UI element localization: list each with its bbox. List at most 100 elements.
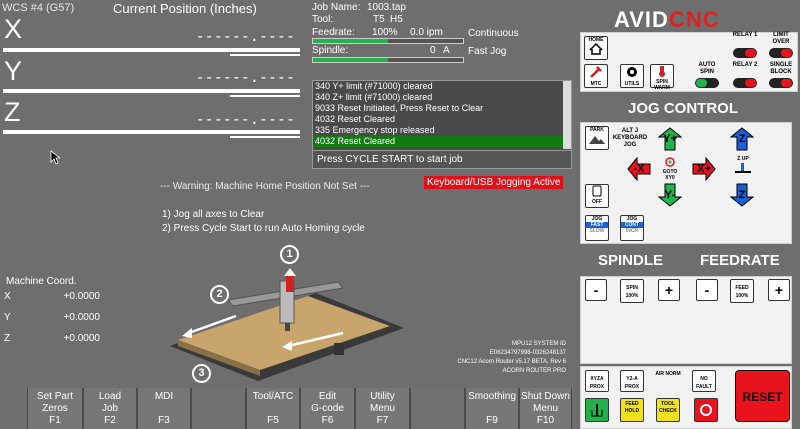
reset-button[interactable]: RESET [735, 370, 790, 422]
limit-over-label: LIMIT OVER [772, 32, 790, 45]
relay-1-toggle[interactable] [733, 48, 757, 58]
dro-axis-y-letter: Y [4, 56, 23, 86]
incr-label: INCR [625, 228, 639, 234]
dro-axis-z-value: ------.---- [195, 110, 295, 128]
fkey-label: Zeros [42, 403, 68, 414]
jog-fast-slow-button[interactable]: JOG FAST SLOW [585, 215, 609, 241]
set-part-zeros-button[interactable]: Set Part Zeros F1 [27, 388, 83, 429]
spindle-minus-button[interactable]: - [585, 279, 607, 301]
mdi-button[interactable]: MDI F3 [137, 388, 191, 429]
z-up-button[interactable]: Z UP [730, 156, 756, 180]
tool-check-label: TOOL CHECK [659, 401, 677, 414]
single-block-label: SINGLE BLOCK [769, 62, 793, 75]
instruction-2: 2) Press Cycle Start to run Auto Homing … [162, 223, 365, 234]
logo-part-2: CNC [668, 7, 720, 32]
y-minus-label: Y- [664, 189, 676, 201]
log-line: 340 Z+ limit (#71000) cleared [315, 92, 433, 102]
current-position-title: Current Position (Inches) [113, 1, 257, 16]
spindle-title: SPINDLE [598, 252, 664, 269]
jog-cont-incr-button[interactable]: JOG CONT INCR [620, 215, 644, 241]
slow-label: SLOW [589, 228, 605, 234]
fkey-label: Smoothing [468, 391, 516, 402]
park-button[interactable]: PARK [585, 126, 609, 150]
stop-button[interactable] [694, 398, 718, 422]
motor [334, 343, 344, 355]
jog-x-minus-button[interactable]: -X [627, 157, 651, 181]
mtc-button[interactable]: MTC [584, 64, 608, 88]
target-icon [665, 157, 675, 167]
job-name: 1003.tap [367, 2, 406, 13]
limit-over-toggle[interactable] [769, 48, 793, 58]
tool-height: H5 [390, 14, 403, 25]
spin-warm-button[interactable]: SPIN WARM [650, 64, 674, 91]
goto-label: GOTO XY0 [662, 169, 678, 181]
x-plus-label: X+ [697, 163, 711, 175]
log-line: 4032 Reset Cleared [315, 114, 396, 124]
sysinfo-line-2: E06234797998-0326248137 [489, 350, 566, 356]
air-norm-label: AIR NORM [655, 371, 681, 377]
fkey-number: F5 [267, 415, 279, 426]
fkey-label: MDI [154, 391, 174, 402]
fkey-label: Edit [318, 391, 337, 402]
fkey-label: Job [101, 403, 119, 414]
home-icon [589, 42, 603, 55]
jog-off-button[interactable]: OFF [585, 184, 609, 208]
z-arrow [286, 274, 294, 292]
feed-hold-button[interactable]: FEED HOLD [620, 398, 644, 422]
feed-plus-button[interactable]: + [768, 279, 790, 301]
spindle-label: Spindle: [312, 45, 349, 56]
jog-control-title: JOG CONTROL [628, 100, 739, 117]
jog-y-minus-button[interactable]: Y- [658, 183, 682, 207]
load-job-button[interactable]: Load Job F2 [83, 388, 137, 429]
spin-warm-label: SPIN WARM [654, 79, 670, 91]
cycle-start-button[interactable] [585, 398, 609, 422]
smoothing-button[interactable]: Smoothing F9 [465, 388, 519, 429]
feedrate-label: Feedrate: [312, 27, 355, 38]
relay-2-toggle[interactable] [733, 78, 757, 88]
spindle-bar-fill [313, 58, 388, 62]
fkey-label: Set Part [36, 391, 74, 402]
air-norm-indicator: AIR NORM [655, 368, 681, 392]
z-up-icon [735, 163, 751, 173]
fkey-number: F2 [104, 415, 116, 426]
log-scrollbar[interactable] [563, 81, 571, 149]
goto-xy0-button[interactable]: GOTO XY0 [658, 157, 682, 181]
feed-100-button[interactable]: FEED 100% [730, 279, 754, 303]
utility-menu-button[interactable]: Utility Menu F7 [355, 388, 410, 429]
relay-2-label: RELAY 2 [732, 62, 758, 68]
machine-coord-y-value: +0.0000 [63, 312, 100, 323]
override-box [580, 276, 792, 364]
spindle-100-button[interactable]: SPIN 100% [620, 279, 644, 303]
no-fault-indicator: NO FAULT [692, 370, 716, 392]
single-block-toggle[interactable] [769, 78, 793, 88]
fkey-label: Shut Down [521, 391, 570, 402]
jog-x-plus-button[interactable]: X+ [692, 157, 716, 181]
jog-y-plus-button[interactable]: Y+ [658, 127, 682, 151]
spindle-value: 0 [430, 45, 436, 56]
jog-z-minus-button[interactable]: Z [730, 183, 754, 207]
tool-check-button[interactable]: TOOL CHECK [656, 398, 680, 422]
log-line: 340 Y+ limit (#71000) cleared [315, 81, 433, 91]
fkey-label: G-code [311, 403, 344, 414]
mtc-label: MTC [590, 81, 602, 87]
home-button[interactable]: HOME [584, 36, 608, 60]
thermometer-icon [659, 66, 665, 77]
router-bit [285, 323, 290, 331]
spindle-bar [312, 57, 464, 63]
feed-minus-button[interactable]: - [696, 279, 718, 301]
jog-z-plus-button[interactable]: Z [730, 127, 754, 151]
mountain-icon [589, 136, 605, 144]
tool-atc-button[interactable]: Tool/ATC F5 [246, 388, 300, 429]
auto-spin-toggle[interactable] [695, 78, 719, 88]
spindle-plus-button[interactable]: + [658, 279, 680, 301]
dro-z-underline-2 [230, 136, 300, 138]
edit-gcode-button[interactable]: Edit G-code F6 [300, 388, 355, 429]
shut-down-menu-button[interactable]: Shut Down Menu F10 [519, 388, 572, 429]
dro-x-underline-2 [230, 54, 300, 56]
feedrate-value: 0.0 ipm [410, 27, 443, 38]
machine-coord-x-value: +0.0000 [63, 291, 100, 302]
fkey-label: Load [98, 391, 122, 402]
utils-button[interactable]: UTILS [620, 64, 644, 88]
log-line: 9033 Reset Initiated, Press Reset to Cle… [315, 103, 484, 113]
fkey-label: Menu [369, 403, 395, 414]
